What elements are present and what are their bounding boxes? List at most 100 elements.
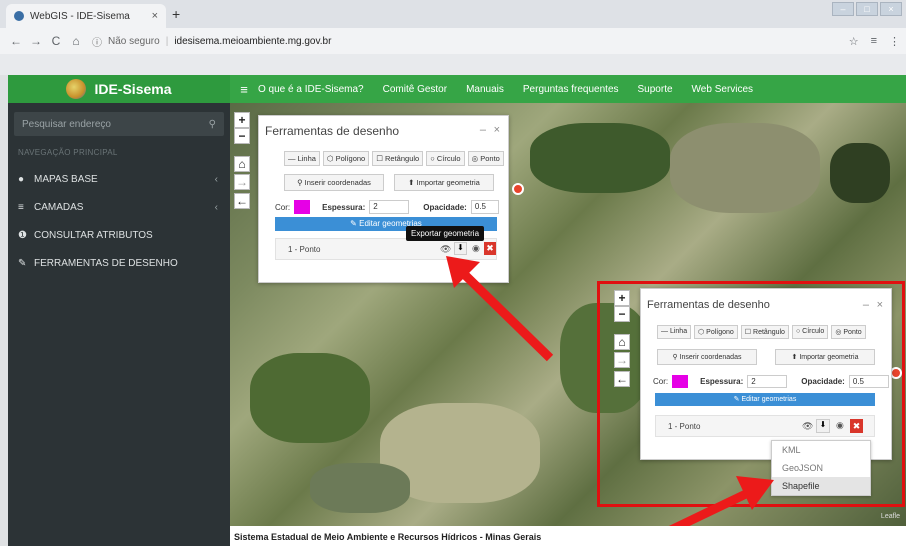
insecure-label: Não seguro (108, 35, 160, 47)
tool-linha[interactable]: — Linha (284, 151, 320, 166)
tool-circulo[interactable]: ○ Círculo (426, 151, 465, 166)
tab-close-icon[interactable]: × (152, 10, 158, 22)
window-controls: – □ × (832, 2, 902, 16)
insert-coordinates-button[interactable]: ⚲ Inserir coordenadas (657, 349, 757, 365)
sidebar-item-label: MAPAS BASE (34, 173, 98, 185)
tab-title: WebGIS - IDE-Sisema (30, 10, 130, 22)
panel-title: Ferramentas de desenho (265, 124, 400, 138)
next-view-button[interactable]: → (234, 174, 250, 190)
close-icon[interactable]: × (494, 124, 500, 136)
app-brand[interactable]: IDE-Sisema (8, 75, 230, 103)
bookmark-star-icon[interactable]: ☆ (849, 35, 859, 48)
delete-icon[interactable]: ✖ (850, 419, 863, 433)
logo-icon (66, 79, 87, 99)
color-swatch[interactable] (672, 375, 689, 388)
sidebar: Pesquisar endereço ⚲ NAVEGAÇÃO PRINCIPAL… (8, 103, 230, 546)
eye-icon[interactable]: 👁 (802, 421, 813, 432)
export-format-menu: KML GeoJSON Shapefile (771, 440, 871, 496)
nav-manuais[interactable]: Manuais (466, 84, 504, 95)
sidebar-item-camadas[interactable]: ≡ CAMADAS ‹ (8, 193, 230, 221)
thickness-label: Espessura: (322, 202, 366, 212)
insert-coordinates-button[interactable]: ⚲ Inserir coordenadas (284, 174, 384, 191)
nav-web-services[interactable]: Web Services (692, 84, 754, 95)
tool-linha[interactable]: — Linha (657, 325, 692, 339)
minimize-icon[interactable]: – (863, 299, 869, 311)
style-row: Cor: Espessura: 2 Opacidade: 0.5 (275, 200, 499, 214)
thickness-input[interactable]: 2 (369, 200, 410, 214)
browser-tab[interactable]: WebGIS - IDE-Sisema × (6, 4, 166, 28)
minimize-icon[interactable]: – (480, 124, 486, 136)
zoom-out-button[interactable]: − (234, 128, 250, 144)
maximize-window-button[interactable]: □ (856, 2, 878, 16)
menu-item-kml[interactable]: KML (772, 441, 870, 459)
info-icon: ❶ (18, 229, 27, 241)
chevron-left-icon: ‹ (214, 201, 218, 213)
feature-row[interactable]: 1 - Ponto 👁 ⬇ ◉ ✖ (655, 415, 875, 437)
url-text[interactable]: idesisema.meioambiente.mg.gov.br (174, 36, 331, 47)
home-view-button[interactable]: ⌂ (614, 334, 630, 350)
home-icon[interactable]: ⌂ (66, 34, 86, 48)
top-navigation: ≡ O que é a IDE-Sisema? Comitê Gestor Ma… (230, 75, 906, 103)
vegetation-patch (530, 123, 670, 193)
import-geometry-button[interactable]: ⬆ Importar geometria (775, 349, 875, 365)
opacity-input[interactable]: 0.5 (848, 375, 889, 388)
menu-item-geojson[interactable]: GeoJSON (772, 459, 870, 477)
menu-item-shapefile[interactable]: Shapefile (772, 477, 870, 495)
tool-circulo[interactable]: ○ Círculo (791, 325, 829, 339)
sidebar-item-consultar[interactable]: ❶ CONSULTAR ATRIBUTOS (8, 221, 230, 249)
thickness-input[interactable]: 2 (747, 375, 788, 388)
field-patch (670, 123, 820, 213)
opacity-input[interactable]: 0.5 (470, 200, 499, 214)
close-icon[interactable]: × (877, 299, 883, 311)
tool-label: Polígono (335, 154, 366, 163)
new-tab-button[interactable]: + (172, 6, 180, 22)
toolbar-strip (0, 54, 906, 75)
menu-lines-icon[interactable]: ≡ (871, 35, 877, 48)
info-icon[interactable]: ⓘ (92, 34, 102, 49)
export-tooltip: Exportar geometria (406, 226, 485, 241)
search-icon[interactable]: ⚲ (209, 119, 216, 130)
sidebar-item-ferramentas[interactable]: ✎ FERRAMENTAS DE DESENHO (8, 249, 230, 277)
back-icon[interactable]: ← (6, 34, 26, 48)
import-geometry-button[interactable]: ⬆ Importar geometria (394, 174, 494, 191)
nav-o-que-e[interactable]: O que é a IDE-Sisema? (258, 84, 364, 95)
edit-geometries-button[interactable]: ✎ Editar geometrias (655, 393, 875, 406)
target-icon[interactable]: ◉ (836, 420, 844, 431)
tool-ponto[interactable]: ◎ Ponto (831, 325, 866, 339)
sidebar-item-mapas-base[interactable]: ● MAPAS BASE ‹ (8, 165, 230, 193)
previous-view-button[interactable]: ← (614, 371, 630, 387)
tool-poligono[interactable]: ⬡ Polígono (322, 151, 370, 166)
tool-retangulo[interactable]: ☐ Retângulo (740, 325, 789, 339)
map-marker-icon[interactable] (512, 183, 524, 195)
panel-title: Ferramentas de desenho (647, 299, 770, 311)
reload-icon[interactable]: C (46, 34, 66, 48)
tool-retangulo[interactable]: ☐ Retângulo (372, 151, 424, 166)
color-swatch[interactable] (294, 200, 311, 214)
zoom-in-button[interactable]: + (614, 290, 630, 306)
nav-comite-gestor[interactable]: Comitê Gestor (383, 84, 447, 95)
home-view-button[interactable]: ⌂ (234, 156, 250, 172)
minimize-window-button[interactable]: – (832, 2, 854, 16)
map-attribution[interactable]: Leafle (881, 513, 900, 520)
hamburger-icon[interactable]: ≡ (230, 82, 258, 97)
tool-poligono[interactable]: ⬡ Polígono (694, 325, 738, 339)
style-row: Cor: Espessura: 2 Opacidade: 0.5 (653, 375, 889, 388)
zoom-in-button[interactable]: + (234, 112, 250, 128)
feature-label: 1 - Ponto (668, 422, 701, 431)
tool-label: Ponto (480, 154, 500, 163)
zoom-out-button[interactable]: − (614, 306, 630, 322)
forward-icon[interactable]: → (26, 34, 46, 48)
nav-suporte[interactable]: Suporte (638, 84, 673, 95)
close-window-button[interactable]: × (880, 2, 902, 16)
nav-perguntas[interactable]: Perguntas frequentes (523, 84, 619, 95)
address-search-input[interactable]: Pesquisar endereço ⚲ (14, 112, 224, 136)
tool-label: Retângulo (753, 329, 785, 336)
vegetation-patch (830, 143, 890, 203)
previous-view-button[interactable]: ← (234, 193, 250, 209)
search-placeholder: Pesquisar endereço (22, 118, 111, 130)
next-view-button[interactable]: → (614, 352, 630, 368)
kebab-menu-icon[interactable]: ⋮ (889, 35, 900, 48)
download-icon[interactable]: ⬇ (816, 419, 830, 433)
tool-ponto[interactable]: ◎ Ponto (467, 151, 504, 166)
draw-tool-group: — Linha ⬡ Polígono ☐ Retângulo ○ Círculo… (657, 325, 866, 339)
